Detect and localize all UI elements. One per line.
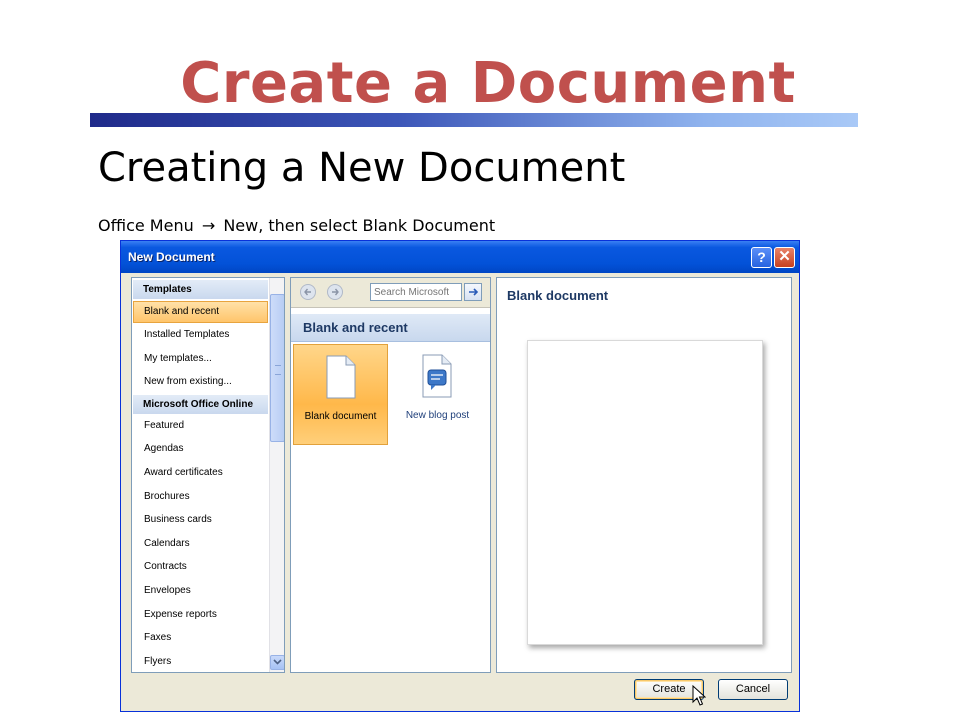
blank-document-icon: [326, 355, 356, 399]
mouse-pointer-icon: [692, 685, 706, 706]
sidebar-item-agendas[interactable]: Agendas: [133, 438, 268, 460]
dialog-title: New Document: [128, 250, 215, 264]
preview-title: Blank document: [507, 288, 609, 303]
sidebar-item-featured[interactable]: Featured: [133, 415, 268, 437]
dialog-titlebar[interactable]: New Document ? ✕: [121, 241, 799, 273]
new-document-dialog: New Document ? ✕ Templates Blank and rec…: [120, 240, 800, 712]
gallery-section-title: Blank and recent: [291, 314, 490, 342]
title-underline-bar: [90, 113, 858, 127]
blank-page-preview: [527, 340, 763, 645]
gallery-nav-strip: [291, 278, 490, 308]
right-arrow-icon: →: [201, 216, 216, 235]
templates-sidebar: Templates Blank and recent Installed Tem…: [131, 277, 285, 673]
tile-label: New blog post: [405, 410, 470, 421]
scroll-down-button[interactable]: [270, 655, 284, 670]
tile-label: Blank document: [304, 411, 377, 422]
sidebar-scrollbar[interactable]: [269, 278, 284, 672]
sidebar-item-new-from-existing[interactable]: New from existing...: [133, 371, 268, 393]
scrollbar-thumb[interactable]: [270, 294, 284, 442]
tile-blank-document[interactable]: Blank document: [293, 344, 388, 445]
search-go-arrow-icon: [468, 288, 478, 296]
slide-caption: Office Menu → New, then select Blank Doc…: [98, 215, 495, 237]
slide-subtitle: Creating a New Document: [98, 145, 626, 191]
slide-title: Create a Document: [180, 51, 796, 116]
sidebar-item-faxes[interactable]: Faxes: [133, 627, 268, 649]
sidebar-item-award-certificates[interactable]: Award certificates: [133, 462, 268, 484]
cancel-button[interactable]: Cancel: [718, 679, 788, 700]
back-arrow-icon: [304, 288, 311, 296]
close-button[interactable]: ✕: [774, 247, 795, 268]
search-input[interactable]: [370, 283, 462, 301]
sidebar-item-expense-reports[interactable]: Expense reports: [133, 604, 268, 626]
sidebar-header-office-online: Microsoft Office Online: [133, 395, 268, 414]
sidebar-item-envelopes[interactable]: Envelopes: [133, 580, 268, 602]
sidebar-item-contracts[interactable]: Contracts: [133, 556, 268, 578]
forward-button[interactable]: [327, 284, 343, 300]
sidebar-header-templates: Templates: [133, 280, 268, 299]
caption-office-menu: Office Menu: [98, 216, 194, 235]
blog-post-icon: [422, 354, 452, 398]
sidebar-item-flyers[interactable]: Flyers: [133, 651, 268, 672]
sidebar-item-installed-templates[interactable]: Installed Templates: [133, 324, 268, 346]
sidebar-item-brochures[interactable]: Brochures: [133, 486, 268, 508]
back-button[interactable]: [300, 284, 316, 300]
preview-pane: Blank document: [496, 277, 792, 673]
scrollbar-grip-icon: [275, 365, 281, 375]
search-go-button[interactable]: [464, 283, 482, 301]
sidebar-item-calendars[interactable]: Calendars: [133, 533, 268, 555]
forward-arrow-icon: [332, 288, 339, 296]
sidebar-item-my-templates[interactable]: My templates...: [133, 348, 268, 370]
sidebar-item-blank-and-recent[interactable]: Blank and recent: [133, 301, 268, 323]
templates-gallery: Blank and recent Blank document New blog…: [290, 277, 491, 673]
caption-instruction: New, then select Blank Document: [223, 216, 496, 235]
sidebar-item-business-cards[interactable]: Business cards: [133, 509, 268, 531]
help-button[interactable]: ?: [751, 247, 772, 268]
tile-new-blog-post[interactable]: New blog post: [390, 344, 485, 445]
chevron-down-icon: [273, 659, 282, 665]
